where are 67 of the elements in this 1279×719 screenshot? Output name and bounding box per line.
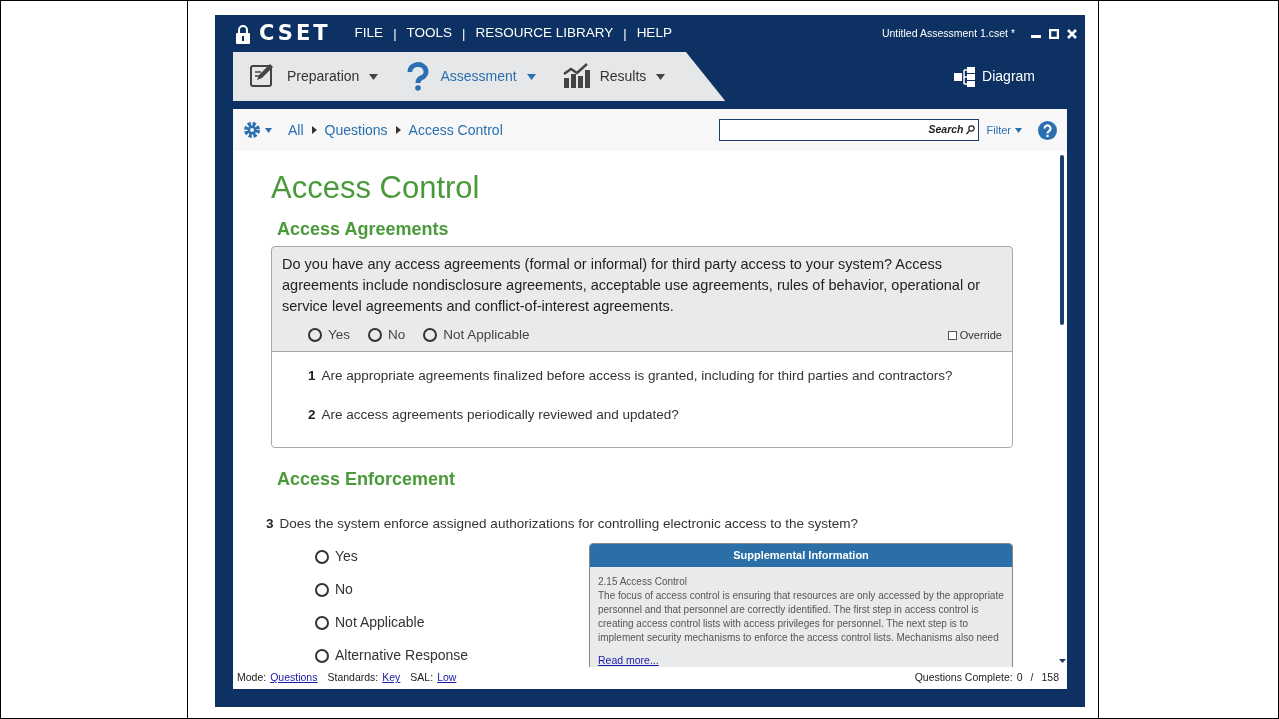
settings-icon <box>243 121 261 139</box>
status-label: Questions Complete: <box>914 670 1013 686</box>
menu-item[interactable]: TOOLS <box>406 23 453 44</box>
status-label: SAL: <box>410 670 434 686</box>
status-value: 0 <box>1016 670 1023 686</box>
search-button[interactable]: Search <box>928 122 975 138</box>
radio-option[interactable]: Yes <box>308 325 351 346</box>
caret-icon <box>526 73 536 80</box>
status-link[interactable]: Questions <box>270 670 318 686</box>
lock-icon <box>235 23 251 44</box>
scroll-down-icon <box>1058 659 1066 663</box>
logo-text: CSET <box>259 19 331 47</box>
tab[interactable]: Preparation <box>249 61 379 92</box>
status-label: Mode: <box>237 670 267 686</box>
status-link[interactable]: Low <box>437 670 457 686</box>
question-text: Do you have any access agreements (formal or informal) for third party access to your system? Access agreements include nondisclosure agreements, acceptable use agreements, rules of behavior, operational or service level agreements and conflict-of-interest agreements. <box>281 255 982 317</box>
status-link[interactable]: Key <box>382 670 401 686</box>
menu-item[interactable]: HELP <box>636 23 672 44</box>
menu-separator: | <box>393 24 397 43</box>
search-icon <box>965 125 975 135</box>
breadcrumb-link[interactable]: Questions <box>324 119 388 141</box>
filter-button[interactable]: Filter <box>986 121 1022 139</box>
menu-item[interactable]: FILE <box>354 23 384 44</box>
section-heading: Access Enforcement <box>277 467 457 490</box>
menu-item[interactable]: RESOURCE LIBRARY <box>475 23 614 44</box>
caret-icon <box>265 127 272 133</box>
section-heading: Access Agreements <box>277 218 450 241</box>
radio-option[interactable]: Not Applicable <box>423 325 530 346</box>
radio-option[interactable]: Not Applicable <box>315 612 589 634</box>
question-text: Does the system enforce assigned authorizations for controlling electronic access to the system? <box>279 514 859 533</box>
override-checkbox[interactable]: Override <box>947 327 1002 344</box>
caret-icon <box>656 73 666 80</box>
status-label: Standards: <box>327 670 379 686</box>
breadcrumb-link[interactable]: Access Control <box>408 119 503 141</box>
question-text: Are access agreements periodically reviewed and updated? <box>321 405 679 424</box>
question-text: Are appropriate agreements finalized before access is granted, including for third parties and contractors? <box>321 367 953 386</box>
question-number: 3 <box>266 514 274 533</box>
question-number: 2 <box>308 405 316 424</box>
question-number: 1 <box>308 367 316 386</box>
read-more-link[interactable]: Read more... <box>598 652 659 667</box>
status-separator: / <box>1030 670 1034 686</box>
panel-header: Supplemental Information <box>590 544 1012 567</box>
page-title: Access Control <box>271 169 481 207</box>
close-icon[interactable] <box>1067 28 1077 39</box>
tab[interactable]: Results <box>561 61 666 92</box>
maximize-icon[interactable] <box>1049 28 1059 39</box>
menu-separator: | <box>462 24 466 43</box>
tab[interactable]: Assessment <box>404 61 536 92</box>
radio-option[interactable]: No <box>368 325 406 346</box>
radio-option[interactable]: No <box>315 579 589 601</box>
info-heading: 2.15 Access Control <box>598 574 688 589</box>
info-text: The focus of access control is ensuring that resources are only accessed by the appropriate personnel and that personnel are correctly identified. The first step in access control is creating access control lists with access privileges for personnel. The next step is to implement security mechanisms to enforce the access control lists. Mechanisms also need <box>598 588 1004 645</box>
diagram-button[interactable]: Diagram <box>948 52 1041 101</box>
diagram-icon <box>954 66 977 87</box>
caret-icon <box>1015 127 1022 133</box>
menu-separator: | <box>623 24 627 43</box>
caret-icon <box>369 73 379 80</box>
radio-option[interactable]: Yes <box>315 546 589 568</box>
window-title: Untitled Assessment 1.cset * <box>881 25 1015 41</box>
help-icon[interactable] <box>1038 120 1057 140</box>
settings-button[interactable] <box>243 121 272 139</box>
search-field[interactable]: Search <box>718 119 979 141</box>
chevron-icon <box>395 126 401 134</box>
status-value: 158 <box>1041 670 1059 686</box>
chevron-icon <box>311 126 317 134</box>
breadcrumb-link[interactable]: All <box>288 119 304 141</box>
radio-option[interactable]: Alternative Response <box>315 645 589 667</box>
